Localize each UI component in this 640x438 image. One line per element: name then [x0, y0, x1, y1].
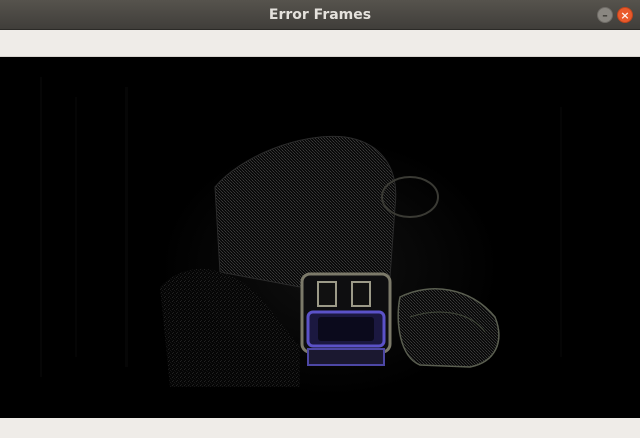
app-window: Error Frames – ×: [0, 0, 640, 438]
error-frame-image: [40, 77, 562, 397]
minimize-icon: –: [602, 8, 608, 22]
minimize-button[interactable]: –: [597, 7, 613, 23]
foreground-object: [160, 135, 500, 397]
error-frame-view: [0, 57, 640, 418]
status-bar: [0, 418, 640, 438]
window-title: Error Frames: [268, 7, 372, 23]
title-bar[interactable]: Error Frames – ×: [0, 0, 640, 30]
toolbar-area: [0, 30, 640, 57]
close-icon: ×: [620, 8, 630, 22]
close-button[interactable]: ×: [617, 7, 633, 23]
